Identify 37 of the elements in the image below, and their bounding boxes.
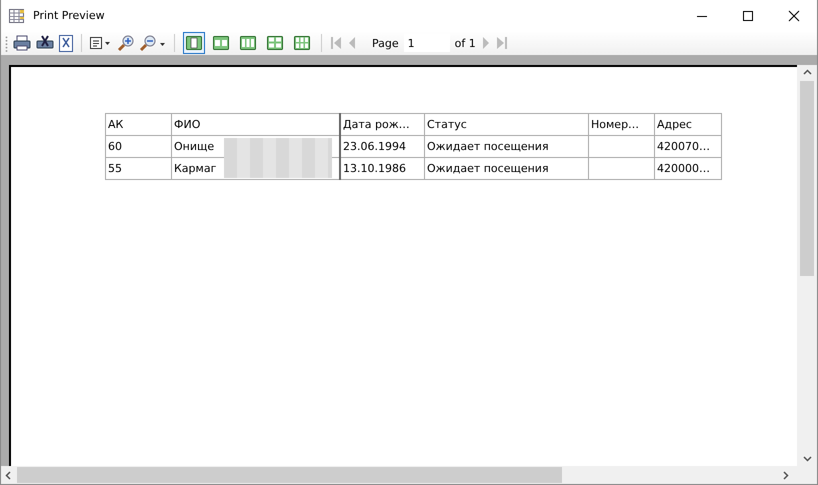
grip-icon (5, 34, 8, 52)
page-number-field[interactable]: 1 (404, 34, 450, 52)
scroll-down-icon[interactable] (802, 456, 812, 462)
scroll-left-icon[interactable] (5, 470, 11, 480)
table-icon (9, 8, 25, 24)
zoom-in-icon[interactable] (117, 34, 134, 52)
column-header: АК (106, 114, 172, 136)
printer-icon[interactable] (13, 35, 31, 51)
table-cell: 13.10.1986 (343, 162, 406, 175)
scroll-right-icon[interactable] (783, 470, 789, 480)
page-setup-icon[interactable] (59, 34, 73, 52)
column-header: Адрес (654, 114, 722, 136)
column-header: Статус (424, 114, 588, 136)
table-cell: 55 (108, 162, 122, 175)
printer-icon[interactable] (36, 35, 54, 51)
column-header: Номер… (588, 114, 654, 136)
window-title: Print Preview (33, 9, 105, 22)
table-cell: 420000… (657, 162, 710, 175)
horizontal-scrollbar[interactable] (1, 466, 817, 484)
page-count: of 1 (454, 36, 476, 50)
column-header: ФИО (172, 114, 340, 136)
maximize-icon[interactable] (742, 10, 754, 22)
view-menu-icon[interactable] (90, 36, 112, 50)
table-cell: 420070… (657, 140, 710, 153)
table-cell: Ожидает посещения (427, 140, 549, 153)
vertical-scrollbar[interactable] (797, 65, 817, 466)
zoom-out-icon[interactable] (139, 34, 166, 52)
table-cell: Онище (174, 140, 214, 153)
column-header: Дата рож… (340, 114, 424, 136)
close-icon[interactable] (788, 10, 800, 22)
page-layout-button[interactable] (183, 32, 205, 54)
table-cell: 60 (108, 140, 122, 153)
table-cell: Ожидает посещения (427, 162, 549, 175)
table-cell: 23.06.1994 (343, 140, 406, 153)
page-label: Page (372, 36, 399, 50)
table-cell: Кармаг (174, 162, 216, 175)
scroll-up-icon[interactable] (802, 69, 812, 75)
